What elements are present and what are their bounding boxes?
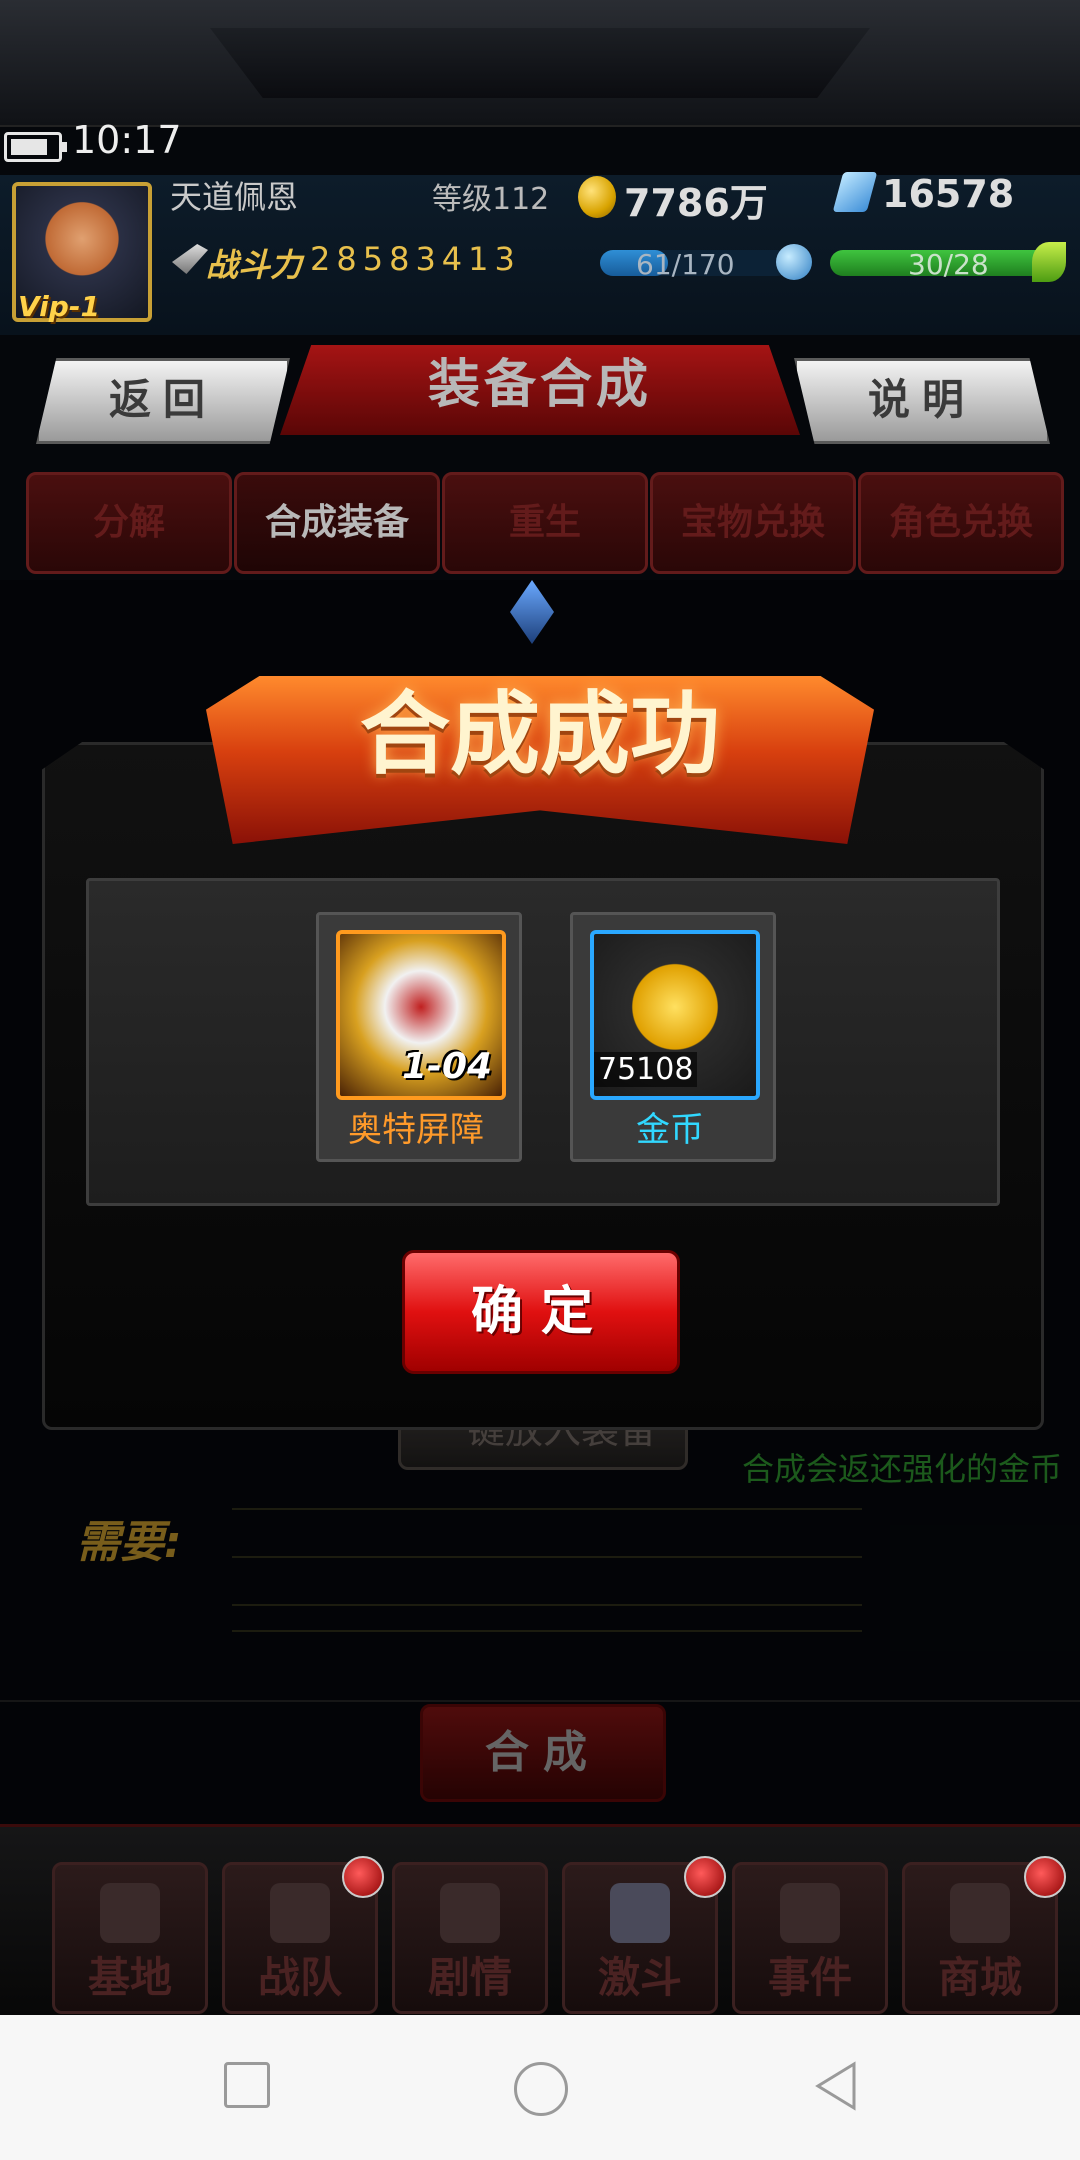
player-level: 等级112 (432, 182, 550, 217)
back-button[interactable]: 返回 (36, 358, 290, 444)
tab-character-exchange[interactable]: 角色兑换 (858, 472, 1064, 574)
nav-label: 剧情 (427, 1953, 512, 2002)
story-icon (440, 1883, 500, 1943)
notification-badge (1024, 1856, 1066, 1898)
events-icon (780, 1883, 840, 1943)
back-nav-button[interactable] (812, 2060, 860, 2112)
confirm-button[interactable]: 确定 (402, 1250, 680, 1374)
reward-panel (86, 878, 1000, 1206)
nav-base[interactable]: 基地 (52, 1862, 208, 2014)
nav-label: 基地 (87, 1953, 172, 2002)
page-title: 装备合成 (427, 355, 652, 415)
notification-badge (684, 1856, 726, 1898)
notification-badge (342, 1856, 384, 1898)
nav-events[interactable]: 事件 (732, 1862, 888, 2014)
diamond-amount: 16578 (882, 172, 1015, 216)
reward-name: 奥特屏障 (348, 1110, 484, 1150)
nav-label: 激斗 (597, 1953, 682, 2002)
team-icon (270, 1883, 330, 1943)
stamina-text: 30/28 (908, 248, 989, 281)
vip-badge: Vip-1 (18, 290, 100, 323)
tab-rebirth[interactable]: 重生 (442, 472, 648, 574)
battery-icon (4, 132, 67, 162)
tab-synthesize-equipment[interactable]: 合成装备 (234, 472, 440, 574)
status-time: 10:17 (72, 118, 182, 162)
reward-name: 金币 (636, 1110, 704, 1150)
energy-orb-icon[interactable] (776, 244, 812, 280)
reward-quantity: 75108 (594, 1052, 698, 1087)
success-title: 合成成功 (360, 682, 720, 787)
stamina-leaf-icon[interactable] (1032, 242, 1066, 282)
item-level-badge: 1-04 (402, 1046, 493, 1087)
help-button[interactable]: 说明 (794, 358, 1050, 444)
nav-label: 商城 (937, 1953, 1022, 2002)
power-value: 28583413 (310, 240, 521, 278)
recents-button[interactable] (224, 2062, 270, 2108)
tab-decompose[interactable]: 分解 (26, 472, 232, 574)
nav-label: 事件 (767, 1953, 852, 2002)
nav-label: 战队 (257, 1953, 342, 2002)
player-name: 天道佩恩 (170, 178, 299, 216)
battle-icon (610, 1883, 670, 1943)
top-frame (0, 0, 1080, 127)
nav-story[interactable]: 剧情 (392, 1862, 548, 2014)
tab-treasure-exchange[interactable]: 宝物兑换 (650, 472, 856, 574)
gold-amount: 7786万 (624, 181, 768, 225)
power-label: 战斗力 (206, 246, 303, 284)
energy-text: 61/170 (636, 248, 735, 281)
home-button[interactable] (514, 2062, 568, 2116)
base-icon (100, 1883, 160, 1943)
gold-coin-icon (578, 176, 616, 218)
cart-icon (950, 1883, 1010, 1943)
